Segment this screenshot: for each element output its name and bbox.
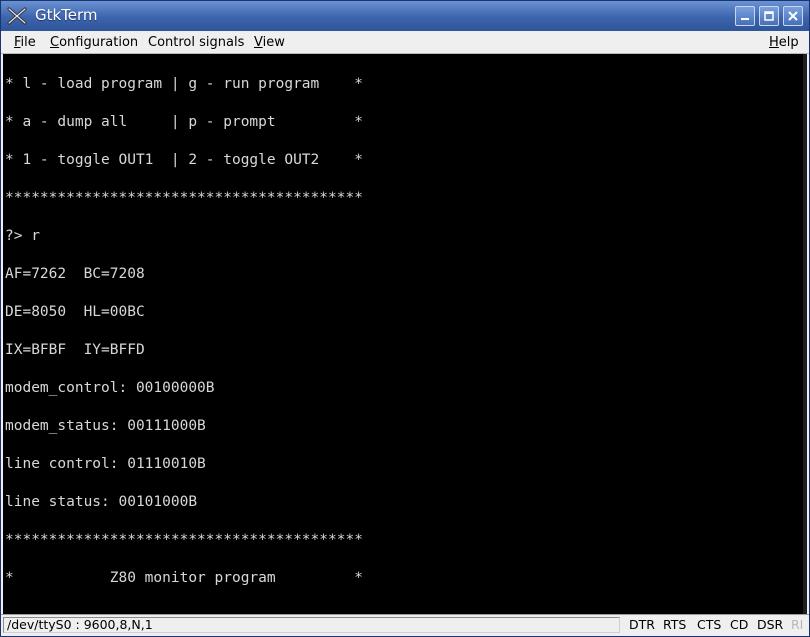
menu-help-accel: H [769, 35, 779, 50]
terminal-line: IX=BFBF IY=BFFD [5, 342, 145, 358]
terminal-line: DE=8050 HL=00BC [5, 304, 145, 320]
terminal-scrollbar[interactable] [803, 54, 807, 614]
minimize-icon [741, 18, 749, 20]
menu-file[interactable]: File [14, 35, 36, 50]
menu-help[interactable]: Help [769, 35, 799, 50]
close-icon [788, 11, 798, 21]
menu-help-label: elp [778, 35, 799, 50]
signal-cts: CTS [697, 617, 722, 632]
menu-file-label: ile [20, 35, 36, 50]
menu-bar: File Configuration Control signals View … [1, 31, 809, 54]
menu-view-label: iew [262, 35, 285, 50]
maximize-button[interactable] [759, 6, 779, 26]
terminal-line: * a - dump all | p - prompt * [5, 114, 363, 130]
menu-configuration-accel: C [50, 35, 60, 50]
terminal-line: line status: 00101000B [5, 494, 198, 510]
close-button[interactable] [783, 6, 803, 26]
title-bar[interactable]: GtkTerm [1, 1, 809, 31]
signal-dsr: DSR [757, 617, 784, 632]
signal-cd: CD [730, 617, 749, 632]
terminal-line: * l - load program | g - run program * [5, 76, 363, 92]
terminal-line: ****************************************… [5, 532, 363, 548]
menu-control-signals-label: Control signals [148, 35, 245, 50]
terminal-line: AF=7262 BC=7208 [5, 266, 145, 282]
terminal-line: ****************************************… [5, 190, 363, 206]
signal-ri: RI [791, 617, 804, 632]
menu-view[interactable]: View [254, 35, 285, 50]
terminal-line: line control: 01110010B [5, 456, 206, 472]
window-title: GtkTerm [35, 6, 98, 24]
menu-configuration[interactable]: Configuration [50, 35, 138, 50]
terminal-area[interactable]: * l - load program | g - run program * *… [3, 54, 807, 614]
terminal-line: ?> r [5, 228, 40, 244]
signal-rts: RTS [663, 617, 687, 632]
gtkterm-window: GtkTerm File Configuration Control signa… [0, 0, 810, 637]
minimize-button[interactable] [735, 6, 755, 26]
terminal-line: * Z80 monitor program * [5, 570, 363, 586]
port-settings-label: /dev/ttyS0 : 9600,8,N,1 [3, 617, 620, 633]
terminal-line: modem_status: 00111000B [5, 418, 206, 434]
menu-view-accel: V [254, 35, 263, 50]
menu-control-signals[interactable]: Control signals [148, 35, 244, 50]
terminal-line: * 1 - toggle OUT1 | 2 - toggle OUT2 * [5, 152, 363, 168]
menu-configuration-label: onfiguration [59, 35, 139, 50]
terminal-line: modem_control: 00100000B [5, 380, 215, 396]
gtkterm-app-icon[interactable] [7, 7, 27, 25]
maximize-icon [764, 11, 774, 21]
status-bar: /dev/ttyS0 : 9600,8,N,1 DTR RTS CTS CD D… [1, 614, 809, 636]
signal-dtr: DTR [629, 617, 655, 632]
